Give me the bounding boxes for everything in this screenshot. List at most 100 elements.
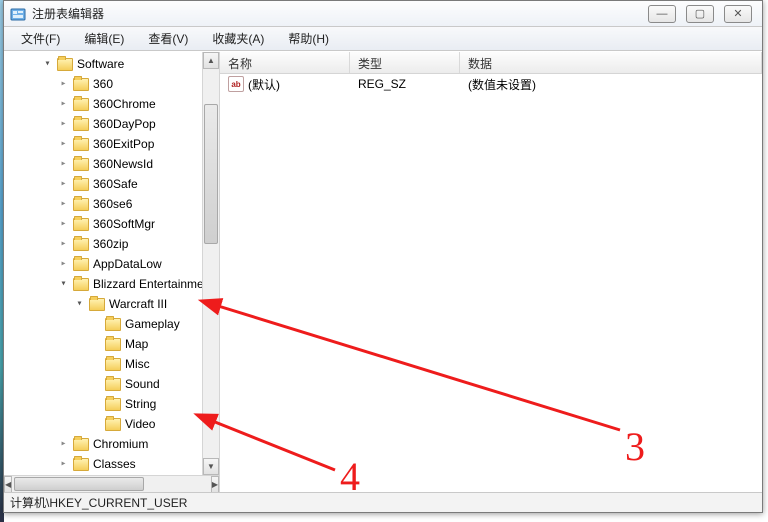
tree-node[interactable]: Misc <box>90 354 219 374</box>
value-name: (默认) <box>248 76 280 93</box>
tree-node[interactable]: ▸ 360Chrome <box>58 94 219 114</box>
column-headers[interactable]: 名称 类型 数据 <box>220 52 762 74</box>
minimize-button[interactable]: — <box>648 5 676 23</box>
tree-node-label: 360se6 <box>93 197 132 211</box>
tree-node[interactable]: ▸ 360ExitPop <box>58 134 219 154</box>
expand-toggle-icon[interactable]: ▸ <box>58 239 69 250</box>
expand-toggle-icon[interactable]: ▸ <box>58 219 69 230</box>
folder-icon <box>105 378 121 391</box>
tree-node[interactable]: ▸ 360NewsId <box>58 154 219 174</box>
folder-icon <box>73 138 89 151</box>
tree-node-label: Map <box>125 337 148 351</box>
tree-horizontal-scrollbar[interactable]: ◀ ▶ <box>4 475 219 492</box>
tree-node[interactable]: Map <box>90 334 219 354</box>
tree-node[interactable]: Gameplay <box>90 314 219 334</box>
tree-node[interactable]: ▸ 360DayPop <box>58 114 219 134</box>
scroll-thumb[interactable] <box>204 104 218 244</box>
tree-node-label: 360SoftMgr <box>93 217 155 231</box>
folder-icon <box>73 458 89 471</box>
hscroll-thumb[interactable] <box>14 477 144 491</box>
expand-toggle-icon[interactable]: ▸ <box>58 439 69 450</box>
scroll-right-button[interactable]: ▶ <box>211 476 219 492</box>
expand-toggle-icon[interactable]: ▾ <box>42 59 53 70</box>
expand-toggle-icon[interactable]: ▾ <box>58 279 69 290</box>
folder-icon <box>73 438 89 451</box>
tree-node-label: Software <box>77 57 124 71</box>
folder-icon <box>73 158 89 171</box>
tree-node[interactable]: String <box>90 394 219 414</box>
column-name[interactable]: 名称 <box>220 52 350 73</box>
tree-node-label: Video <box>125 417 155 431</box>
tree-node-label: String <box>125 397 156 411</box>
expand-toggle-icon[interactable]: ▸ <box>58 99 69 110</box>
tree-node[interactable]: ▸ AppDataLow <box>58 254 219 274</box>
tree-node-label: Sound <box>125 377 160 391</box>
folder-icon <box>73 278 89 291</box>
tree-node[interactable]: ▾Blizzard Entertainment <box>58 274 219 294</box>
menu-help[interactable]: 帮助(H) <box>277 26 340 51</box>
folder-icon <box>105 398 121 411</box>
tree-node[interactable]: ▸ 360SoftMgr <box>58 214 219 234</box>
scroll-down-button[interactable]: ▼ <box>203 458 219 475</box>
folder-icon <box>73 78 89 91</box>
folder-icon <box>73 98 89 111</box>
tree-spacer <box>90 359 101 370</box>
folder-icon <box>105 338 121 351</box>
expand-toggle-icon[interactable]: ▾ <box>74 299 85 310</box>
tree-pane: ▾ Software ▸ 360 ▸ 360Chrome ▸ 360DayPop ▸ 360Exi… <box>4 52 220 492</box>
value-data: (数值未设置) <box>460 76 762 93</box>
folder-icon <box>105 418 121 431</box>
column-type[interactable]: 类型 <box>350 52 460 73</box>
folder-icon <box>57 58 73 71</box>
tree-node-label: 360DayPop <box>93 117 156 131</box>
tree-node[interactable]: Video <box>90 414 219 434</box>
tree-node[interactable]: ▸ 360 <box>58 74 219 94</box>
values-list[interactable]: ab (默认) REG_SZ (数值未设置) <box>220 74 762 492</box>
close-button[interactable]: ✕ <box>724 5 752 23</box>
expand-toggle-icon[interactable]: ▸ <box>58 459 69 470</box>
scroll-left-button[interactable]: ◀ <box>4 476 12 492</box>
tree-spacer <box>90 379 101 390</box>
menu-edit[interactable]: 编辑(E) <box>73 26 135 51</box>
menu-favorites[interactable]: 收藏夹(A) <box>201 26 275 51</box>
tree-node-label: 360 <box>93 77 113 91</box>
expand-toggle-icon[interactable]: ▸ <box>58 199 69 210</box>
value-row[interactable]: ab (默认) REG_SZ (数值未设置) <box>220 74 762 94</box>
tree-node-label: Misc <box>125 357 150 371</box>
tree-node[interactable]: ▾ Software <box>42 54 219 74</box>
maximize-button[interactable]: ▢ <box>686 5 714 23</box>
expand-toggle-icon[interactable]: ▸ <box>58 139 69 150</box>
tree-node-label: AppDataLow <box>93 257 162 271</box>
titlebar[interactable]: 注册表编辑器 — ▢ ✕ <box>4 1 762 27</box>
expand-toggle-icon[interactable]: ▸ <box>58 119 69 130</box>
scroll-up-button[interactable]: ▲ <box>203 52 219 69</box>
status-path: 计算机\HKEY_CURRENT_USER <box>10 494 187 511</box>
folder-icon <box>73 118 89 131</box>
menu-file[interactable]: 文件(F) <box>10 26 71 51</box>
tree-node[interactable]: ▸ Chromium <box>58 434 219 454</box>
tree-node-label: Warcraft III <box>109 297 167 311</box>
expand-toggle-icon[interactable]: ▸ <box>58 179 69 190</box>
tree-node[interactable]: ▸360Safe <box>58 174 219 194</box>
tree-node[interactable]: ▾ Warcraft III <box>74 294 219 314</box>
expand-toggle-icon[interactable]: ▸ <box>58 79 69 90</box>
status-bar: 计算机\HKEY_CURRENT_USER <box>4 492 762 512</box>
tree-node[interactable]: Sound <box>90 374 219 394</box>
app-icon <box>10 6 26 22</box>
registry-tree[interactable]: ▾ Software ▸ 360 ▸ 360Chrome ▸ 360DayPop ▸ 360Exi… <box>4 52 219 475</box>
tree-node-label: 360ExitPop <box>93 137 154 151</box>
tree-node[interactable]: ▸Classes <box>58 454 219 474</box>
menu-view[interactable]: 查看(V) <box>137 26 199 51</box>
tree-node[interactable]: ▸360zip <box>58 234 219 254</box>
tree-node-label: Chromium <box>93 437 148 451</box>
expand-toggle-icon[interactable]: ▸ <box>58 259 69 270</box>
column-data[interactable]: 数据 <box>460 52 762 73</box>
tree-node-label: 360Chrome <box>93 97 156 111</box>
folder-icon <box>73 198 89 211</box>
tree-vertical-scrollbar[interactable]: ▲ ▼ <box>202 52 219 475</box>
tree-node[interactable]: ▸ 360se6 <box>58 194 219 214</box>
expand-toggle-icon[interactable]: ▸ <box>58 159 69 170</box>
tree-node-label: Gameplay <box>125 317 180 331</box>
tree-node-label: 360NewsId <box>93 157 153 171</box>
tree-spacer <box>90 339 101 350</box>
